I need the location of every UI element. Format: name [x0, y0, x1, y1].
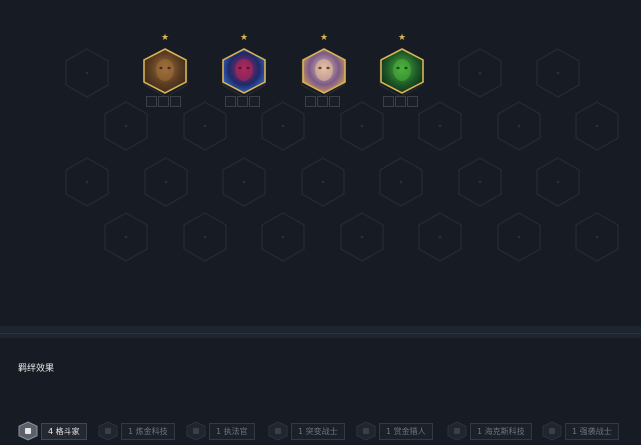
trait-item[interactable]: 1 炼金科技 — [98, 421, 175, 441]
chemtech-icon — [98, 421, 118, 441]
board-hex-slot[interactable] — [458, 48, 502, 98]
board-hex-slot[interactable] — [104, 212, 148, 262]
champion-portrait-4 — [380, 48, 424, 98]
board-divider — [0, 326, 641, 338]
trait-item[interactable]: 4 格斗家 — [18, 421, 87, 441]
trait-label: 1 赏金猎人 — [379, 422, 433, 440]
trait-label: 1 海克斯科技 — [470, 422, 532, 440]
board: ★ ★ ★ ★ — [0, 0, 641, 330]
board-hex-slot[interactable] — [575, 212, 619, 262]
mercenary-icon — [356, 421, 376, 441]
synergy-title: 羁绊效果 — [18, 364, 55, 374]
board-hex-slot[interactable] — [65, 48, 109, 98]
item-slot[interactable] — [329, 96, 340, 107]
bruiser-icon — [542, 421, 562, 441]
item-slot[interactable] — [407, 96, 418, 107]
board-hex-slot[interactable] — [183, 101, 227, 151]
star-level-icon: ★ — [320, 33, 329, 43]
trait-label: 1 突变战士 — [291, 422, 345, 440]
item-slots — [383, 96, 421, 107]
board-hex-slot[interactable] — [497, 101, 541, 151]
board-hex-slot[interactable] — [261, 212, 305, 262]
star-level-icon: ★ — [240, 33, 249, 43]
item-slot[interactable] — [249, 96, 260, 107]
item-slot[interactable] — [305, 96, 316, 107]
board-hex-slot[interactable] — [536, 157, 580, 207]
board-hex-slot[interactable] — [379, 157, 423, 207]
trait-item[interactable]: 1 海克斯科技 — [447, 421, 532, 441]
champion-portrait-3 — [302, 48, 346, 98]
item-slot[interactable] — [317, 96, 328, 107]
item-slot[interactable] — [395, 96, 406, 107]
champion-unit[interactable]: ★ — [380, 34, 424, 118]
board-hex-slot[interactable] — [536, 48, 580, 98]
mutant-icon — [268, 421, 288, 441]
board-hex-slot[interactable] — [144, 157, 188, 207]
trait-label: 1 执法官 — [209, 422, 255, 440]
trait-item[interactable]: 1 强袭战士 — [542, 421, 619, 441]
board-hex-slot[interactable] — [183, 212, 227, 262]
hextech-icon — [447, 421, 467, 441]
item-slot[interactable] — [383, 96, 394, 107]
board-hex-slot[interactable] — [222, 157, 266, 207]
trait-label: 4 格斗家 — [41, 422, 87, 440]
brawler-icon — [18, 421, 38, 441]
champion-portrait-2 — [222, 48, 266, 98]
item-slot[interactable] — [237, 96, 248, 107]
board-hex-slot[interactable] — [418, 101, 462, 151]
item-slot[interactable] — [225, 96, 236, 107]
item-slot[interactable] — [158, 96, 169, 107]
board-hex-slot[interactable] — [418, 212, 462, 262]
item-slot[interactable] — [146, 96, 157, 107]
item-slots — [225, 96, 263, 107]
champion-unit[interactable]: ★ — [222, 34, 266, 118]
board-hex-slot[interactable] — [575, 101, 619, 151]
board-hex-slot[interactable] — [65, 157, 109, 207]
divider-line — [0, 333, 641, 334]
item-slots — [146, 96, 184, 107]
trait-item[interactable]: 1 突变战士 — [268, 421, 345, 441]
trait-item[interactable]: 1 执法官 — [186, 421, 255, 441]
board-hex-slot[interactable] — [340, 212, 384, 262]
item-slots — [305, 96, 343, 107]
trait-item[interactable]: 1 赏金猎人 — [356, 421, 433, 441]
board-hex-slot[interactable] — [340, 101, 384, 151]
board-hex-slot[interactable] — [261, 101, 305, 151]
board-hex-slot[interactable] — [104, 101, 148, 151]
enforcer-icon — [186, 421, 206, 441]
champion-portrait-1 — [143, 48, 187, 98]
trait-label: 1 强袭战士 — [565, 422, 619, 440]
star-level-icon: ★ — [398, 33, 407, 43]
board-hex-slot[interactable] — [458, 157, 502, 207]
board-hex-slot[interactable] — [301, 157, 345, 207]
champion-unit[interactable]: ★ — [302, 34, 346, 118]
item-slot[interactable] — [170, 96, 181, 107]
champion-unit[interactable]: ★ — [143, 34, 187, 118]
star-level-icon: ★ — [161, 33, 170, 43]
trait-label: 1 炼金科技 — [121, 422, 175, 440]
board-hex-slot[interactable] — [497, 212, 541, 262]
